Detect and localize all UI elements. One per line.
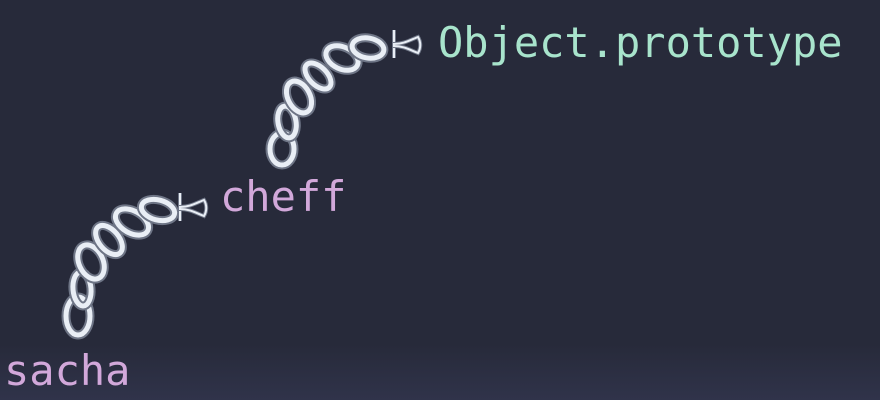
node-cheff: cheff xyxy=(220,172,347,221)
node-object-prototype: Object.prototype xyxy=(438,18,843,67)
hook-icon xyxy=(178,193,209,221)
prototype-chain-diagram: sacha cheff Object.prototype xyxy=(0,0,880,400)
node-sacha: sacha xyxy=(4,346,131,395)
hook-icon xyxy=(392,30,423,58)
chain-sacha-to-cheff xyxy=(61,193,209,340)
chain-cheff-to-object-prototype xyxy=(265,30,423,170)
